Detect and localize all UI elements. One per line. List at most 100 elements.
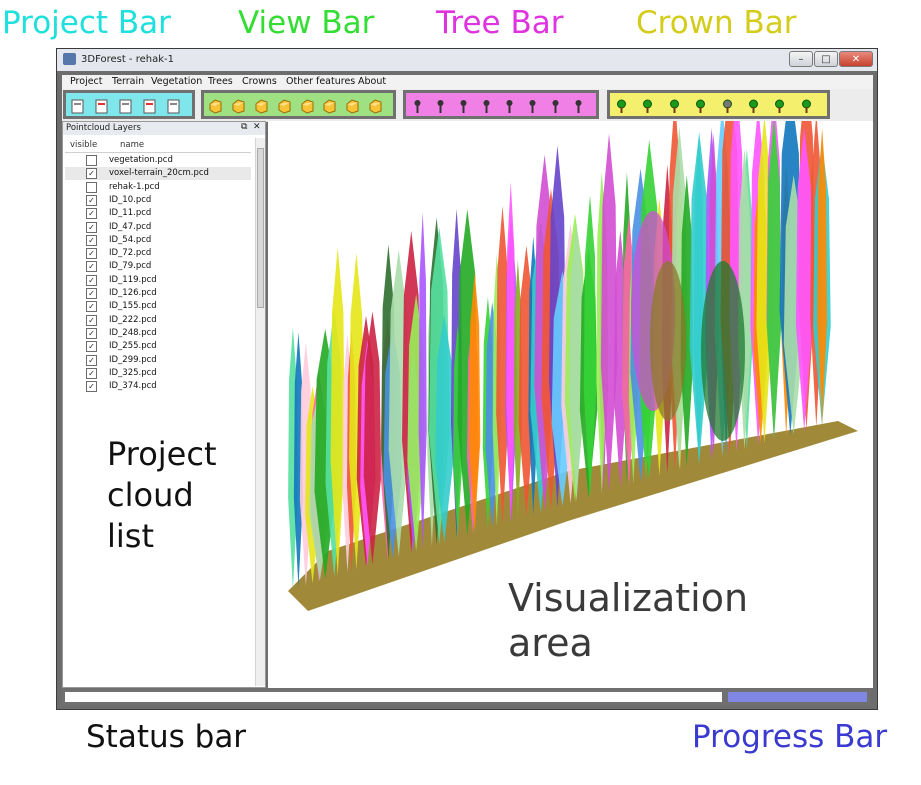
menu-project[interactable]: Project	[70, 76, 103, 87]
minimize-button[interactable]: –	[789, 51, 813, 67]
column-name[interactable]: name	[120, 140, 144, 150]
crown-export-icon[interactable]	[800, 99, 813, 114]
visible-checkbox[interactable]: ✓	[86, 381, 97, 393]
tree-cloud	[506, 182, 516, 522]
concave-icon[interactable]	[572, 99, 585, 114]
layer-row[interactable]: ✓ ID_10.pcd	[65, 194, 251, 207]
scrollbar-thumb[interactable]	[257, 148, 264, 308]
layer-name: ID_374.pcd	[109, 381, 157, 392]
layer-row[interactable]: ✓ ID_255.pcd	[65, 340, 251, 353]
crown-icon[interactable]	[615, 99, 628, 114]
iso-view-icon[interactable]	[346, 99, 359, 114]
layer-row[interactable]: ✓ ID_119.pcd	[65, 274, 251, 287]
layer-row[interactable]: vegetation.pcd	[65, 154, 251, 167]
visible-checkbox[interactable]: ✓	[86, 327, 97, 339]
vertical-scrollbar[interactable]	[255, 138, 265, 686]
toolbar	[62, 89, 873, 122]
column-visible[interactable]: visible	[70, 140, 97, 150]
layer-name: ID_72.pcd	[109, 248, 152, 259]
layer-row[interactable]: ✓ ID_248.pcd	[65, 327, 251, 340]
crown-section-icon[interactable]	[747, 99, 760, 114]
length-icon[interactable]	[503, 99, 516, 114]
float-panel-icon[interactable]: ⧉	[241, 122, 247, 132]
layer-row[interactable]: ✓ ID_374.pcd	[65, 380, 251, 393]
layer-row[interactable]: ✓ voxel-terrain_20cm.pcd	[65, 167, 251, 181]
left-view-icon[interactable]	[301, 99, 314, 114]
menu-other-features[interactable]: Other features	[286, 76, 355, 87]
crown-height-icon[interactable]	[668, 99, 681, 114]
crown-volume-icon[interactable]	[694, 99, 707, 114]
visible-checkbox[interactable]: ✓	[86, 208, 97, 220]
crown-intersect-icon[interactable]	[773, 99, 786, 114]
back-view-icon[interactable]	[232, 99, 245, 114]
layer-row[interactable]: ✓ ID_222.pcd	[65, 314, 251, 327]
convex-icon[interactable]	[549, 99, 562, 114]
crown-surface-icon[interactable]	[721, 99, 734, 114]
status-bar	[62, 689, 725, 705]
close-project-icon[interactable]	[167, 99, 180, 114]
layer-row[interactable]: ✓ ID_155.pcd	[65, 300, 251, 313]
layer-row[interactable]: ✓ ID_54.pcd	[65, 234, 251, 247]
crown-toolbar	[607, 90, 830, 119]
front-view-icon[interactable]	[209, 99, 222, 114]
layer-name: ID_248.pcd	[109, 327, 157, 338]
layer-name: ID_47.pcd	[109, 221, 152, 232]
visible-checkbox[interactable]: ✓	[86, 288, 97, 299]
visible-checkbox[interactable]: ✓	[86, 221, 97, 233]
layer-name: vegetation.pcd	[109, 155, 173, 165]
visible-checkbox[interactable]: ✓	[86, 248, 97, 260]
visible-checkbox[interactable]	[86, 155, 97, 166]
menu-crowns[interactable]: Crowns	[242, 76, 277, 87]
right-view-icon[interactable]	[323, 99, 336, 114]
menu-trees[interactable]: Trees	[208, 76, 233, 87]
visible-checkbox[interactable]: ✓	[86, 261, 97, 273]
menu-about[interactable]: About	[358, 76, 386, 87]
import-cloud-icon[interactable]	[119, 99, 132, 114]
layer-row[interactable]: ✓ ID_325.pcd	[65, 367, 251, 380]
maximize-button[interactable]: □	[814, 51, 838, 67]
layer-row[interactable]: ✓ ID_79.pcd	[65, 260, 251, 273]
dbh-icon[interactable]	[434, 99, 447, 114]
top-view-icon[interactable]	[255, 99, 268, 114]
stem-curve-icon[interactable]	[526, 99, 539, 114]
layer-name: rehak-1.pcd	[109, 181, 160, 192]
layer-name: ID_119.pcd	[109, 274, 157, 285]
new-project-icon[interactable]	[71, 99, 84, 114]
visible-checkbox[interactable]: ✓	[86, 341, 97, 353]
close-button[interactable]: ✕	[839, 51, 873, 67]
crown-position-icon[interactable]	[641, 99, 654, 114]
layer-row[interactable]: ✓ ID_47.pcd	[65, 221, 251, 234]
menu-vegetation[interactable]: Vegetation	[151, 76, 202, 87]
visible-checkbox[interactable]: ✓	[86, 234, 97, 246]
visible-checkbox[interactable]	[86, 181, 97, 193]
export-cloud-icon[interactable]	[143, 99, 156, 114]
visible-checkbox[interactable]: ✓	[86, 314, 97, 326]
tree-bar-annotation: Tree Bar	[436, 5, 564, 41]
iso-view-back-icon[interactable]	[369, 99, 382, 114]
visible-checkbox[interactable]: ✓	[86, 354, 97, 366]
layer-row[interactable]: rehak-1.pcd	[65, 181, 251, 194]
menu-terrain[interactable]: Terrain	[112, 76, 144, 87]
annotation-line: list	[107, 517, 154, 555]
tree-attributes-icon[interactable]	[411, 99, 424, 114]
crown-hull	[701, 261, 745, 441]
visible-checkbox[interactable]: ✓	[86, 367, 97, 379]
layer-row[interactable]: ✓ ID_299.pcd	[65, 354, 251, 367]
layer-row[interactable]: ✓ ID_72.pcd	[65, 247, 251, 260]
height-icon[interactable]	[457, 99, 470, 114]
title-bar: 3DForest - rehak-1 – □ ✕	[57, 49, 877, 71]
layer-row[interactable]: ✓ ID_11.pcd	[65, 207, 251, 220]
visible-checkbox[interactable]: ✓	[86, 168, 97, 180]
close-panel-icon[interactable]: ✕	[253, 122, 261, 132]
layer-name: ID_10.pcd	[109, 194, 152, 205]
visualization-area[interactable]: Visualization area	[268, 64, 873, 688]
position-icon[interactable]	[480, 99, 493, 114]
visible-checkbox[interactable]: ✓	[86, 301, 97, 313]
open-project-icon[interactable]	[95, 99, 108, 114]
layer-row[interactable]: ✓ ID_126.pcd	[65, 287, 251, 300]
visible-checkbox[interactable]: ✓	[86, 194, 97, 206]
menu-bar: Project Terrain Vegetation Trees Crowns …	[62, 75, 873, 89]
visible-checkbox[interactable]: ✓	[86, 274, 97, 286]
crown-bar-annotation: Crown Bar	[636, 5, 797, 41]
bottom-view-icon[interactable]	[278, 99, 291, 114]
